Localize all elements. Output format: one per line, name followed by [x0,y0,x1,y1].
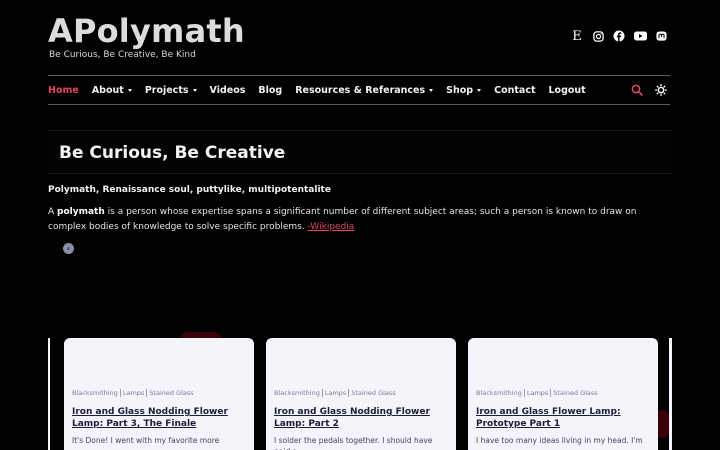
etsy-icon[interactable]: E [570,29,584,44]
nav-item-logout[interactable]: Logout [549,85,586,96]
post-excerpt: It's Done! I went with my favorite more [72,436,220,445]
nav-item-label: About [91,84,124,96]
nav-item-about[interactable]: About [92,85,132,96]
category-link[interactable]: Blacksmithing [476,389,525,397]
main-nav: Home About Projects Videos Blog Resource… [48,75,670,105]
caret-down-icon [429,88,434,92]
post-title-link[interactable]: Iron and Glass Flower Lamp: Prototype Pa… [476,406,652,430]
post-categories: Blacksmithing Lamps Stained Glass [476,389,600,397]
instagram-icon[interactable] [591,29,605,43]
nav-item-label: Logout [548,84,586,96]
youtube-icon[interactable] [633,29,647,43]
social-links: E [570,29,668,44]
category-link[interactable]: Blacksmithing [274,389,323,397]
post-card[interactable]: Blacksmithing Lamps Stained Glass Iron a… [468,338,658,450]
category-link[interactable]: Lamps [323,389,350,397]
intro-subtitle: Polymath, Renaissance soul, puttylike, m… [48,185,331,195]
card-edge-left [48,338,50,450]
nav-item-contact[interactable]: Contact [494,85,535,96]
nav-item-label: Resources & Referances [295,84,426,96]
caret-down-icon [127,88,132,92]
intro-paragraph: A polymath is a person whose expertise s… [48,205,668,234]
search-icon[interactable] [630,82,644,98]
caret-down-icon [477,88,482,92]
mastodon-icon[interactable] [654,29,668,43]
facebook-icon[interactable] [612,29,626,43]
category-link[interactable]: Blacksmithing [72,389,121,397]
intro-prefix: A [48,207,58,217]
hero-banner: Be Curious, Be Creative [48,130,672,174]
post-card[interactable]: Blacksmithing Lamps Stained Glass Iron a… [266,338,456,450]
post-title-link[interactable]: Iron and Glass Nodding Flower Lamp: Part… [274,406,450,430]
nav-item-resources[interactable]: Resources & Referances [295,84,434,96]
nav-item-label: Contact [494,84,536,96]
post-categories: Blacksmithing Lamps Stained Glass [72,389,196,397]
site-title[interactable]: APolymath [48,12,245,50]
category-link[interactable]: Lamps [121,389,148,397]
category-link[interactable]: Stained Glass [349,389,397,397]
post-categories: Blacksmithing Lamps Stained Glass [274,389,398,397]
post-card[interactable]: Blacksmithing Lamps Stained Glass Iron a… [64,338,254,450]
nav-item-videos[interactable]: Videos [210,85,246,96]
category-link[interactable]: Lamps [525,389,552,397]
card-edge-right [669,338,672,450]
nav-item-home[interactable]: Home [48,85,79,96]
caret-down-icon [192,88,197,92]
nav-item-label: Projects [144,84,189,96]
nav-item-label: Home [48,84,79,96]
intro-bold-term: polymath [57,207,105,217]
nav-item-label: Shop [446,84,474,96]
post-excerpt: I have too many ideas living in my head.… [476,436,643,445]
nav-item-shop[interactable]: Shop [446,84,482,96]
sun-icon[interactable] [654,82,668,98]
site-tagline: Be Curious, Be Creative, Be Kind [49,50,196,60]
chevron-left-icon[interactable]: ‹ [63,243,74,254]
category-link[interactable]: Stained Glass [147,389,195,397]
nav-item-label: Videos [209,84,246,96]
nav-item-projects[interactable]: Projects [145,85,197,96]
post-title-link[interactable]: Iron and Glass Nodding Flower Lamp: Part… [72,406,248,430]
nav-item-label: Blog [258,84,283,96]
wikipedia-link[interactable]: -Wikipedia [308,222,355,232]
category-link[interactable]: Stained Glass [551,389,599,397]
hero-title: Be Curious, Be Creative [59,143,286,163]
nav-item-blog[interactable]: Blog [258,85,282,96]
post-excerpt: I solder the pedals together. I should h… [274,436,433,450]
nav-tools [630,82,668,98]
